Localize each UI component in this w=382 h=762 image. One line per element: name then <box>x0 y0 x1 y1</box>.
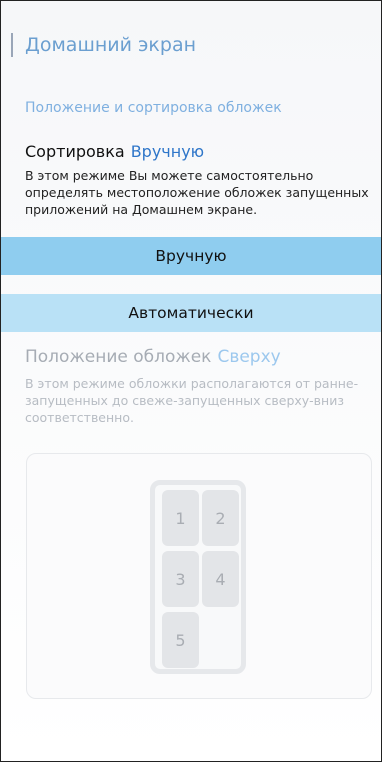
layout-preview-card: 1 2 3 4 5 <box>26 453 372 699</box>
preview-tile: 5 <box>162 612 199 668</box>
position-row: Положение обложек Сверху <box>25 347 281 367</box>
preview-tile: 4 <box>202 551 239 607</box>
position-description: В этом режиме обложки располагаются от р… <box>25 376 359 425</box>
sorting-label: Сортировка <box>25 142 125 161</box>
preview-tile: 3 <box>162 551 199 607</box>
sorting-value: Вручную <box>130 142 205 161</box>
option-automatic[interactable]: Автоматически <box>1 294 381 332</box>
phone-preview: 1 2 3 4 5 <box>150 480 246 674</box>
header-accent-bar <box>11 33 13 57</box>
position-label: Положение обложек <box>25 347 212 367</box>
position-value: Сверху <box>217 347 281 367</box>
header: Домашний экран <box>11 33 196 57</box>
section-label: Положение и сортировка обложек <box>25 100 282 116</box>
sorting-description: В этом режиме Вы можете самостоятельно о… <box>25 168 369 217</box>
page-title: Домашний экран <box>25 34 197 56</box>
option-manual[interactable]: Вручную <box>1 237 381 275</box>
screen: Домашний экран Положение и сортировка об… <box>0 0 382 762</box>
sorting-row: Сортировка Вручную <box>25 142 204 161</box>
preview-tile: 2 <box>202 490 239 546</box>
preview-tile: 1 <box>162 490 199 546</box>
